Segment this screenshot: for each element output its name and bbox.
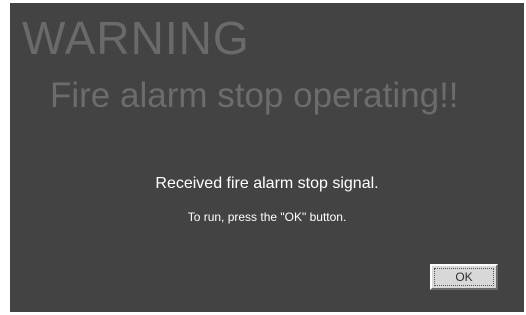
warning-dialog: WARNING Fire alarm stop operating!! Rece…	[10, 3, 524, 312]
instruction-text: To run, press the "OK" button.	[187, 210, 347, 224]
alarm-message: Received fire alarm stop signal.	[155, 175, 379, 192]
dialog-title: WARNING	[22, 12, 250, 64]
ok-button-label: OK	[434, 268, 494, 286]
ok-button[interactable]: OK	[430, 264, 498, 290]
dialog-subtitle: Fire alarm stop operating!!	[50, 76, 459, 115]
